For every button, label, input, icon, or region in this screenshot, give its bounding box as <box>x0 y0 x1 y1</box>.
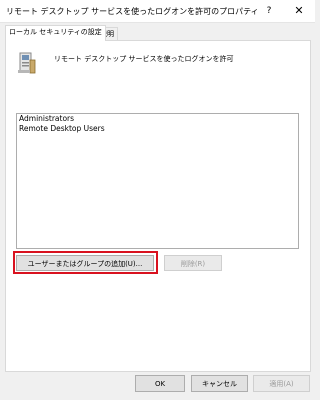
title-bar: リモート デスクトップ サービスを使ったログオンを許可のプロパティ ? ✕ <box>0 0 315 23</box>
window-title: リモート デスクトップ サービスを使ったログオンを許可のプロパティ <box>6 7 259 16</box>
apply-button[interactable]: 適用(A) <box>253 375 310 392</box>
ok-button[interactable]: OK <box>135 375 185 392</box>
policy-computer-icon <box>18 52 36 74</box>
add-user-or-group-button[interactable]: ユーザーまたはグループの追加(U)... <box>16 255 154 271</box>
list-item[interactable]: Administrators <box>17 114 298 124</box>
cancel-button[interactable]: キャンセル <box>191 375 248 392</box>
remove-button[interactable]: 削除(R) <box>164 255 222 271</box>
list-item[interactable]: Remote Desktop Users <box>17 124 298 134</box>
members-listbox[interactable]: Administrators Remote Desktop Users <box>16 113 299 249</box>
close-button[interactable]: ✕ <box>288 3 310 19</box>
tab-local-security-setting[interactable]: ローカル セキュリティの設定 <box>5 25 106 41</box>
policy-title: リモート デスクトップ サービスを使ったログオンを許可 <box>54 55 234 63</box>
help-button[interactable]: ? <box>258 3 280 19</box>
tab-panel: リモート デスクトップ サービスを使ったログオンを許可 Administrato… <box>5 40 311 372</box>
